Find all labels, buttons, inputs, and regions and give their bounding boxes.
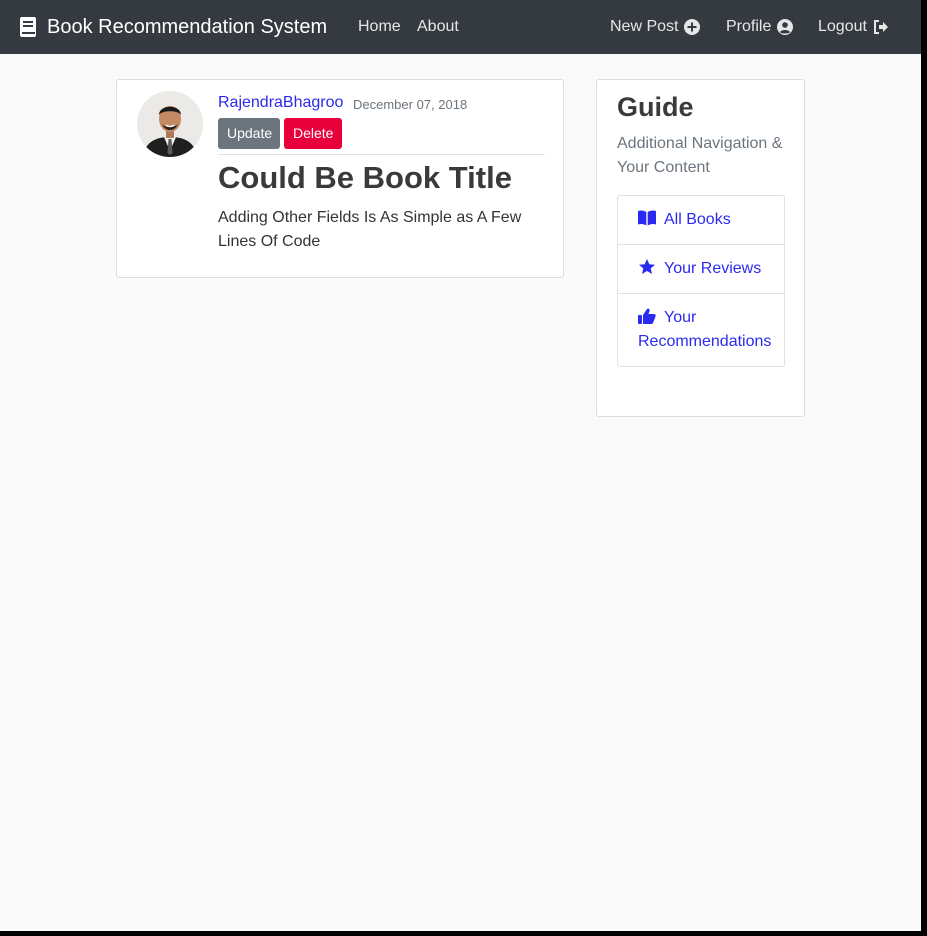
guide-sidebar: Guide Additional Navigation & Your Conte… <box>596 79 805 417</box>
plus-circle-icon <box>684 19 701 35</box>
post-content: Adding Other Fields Is As Simple as A Fe… <box>218 209 522 250</box>
nav-new-post-label: New Post <box>610 18 679 35</box>
guide-item-your-reviews[interactable]: Your Reviews <box>618 244 784 293</box>
profile-photo <box>137 91 203 157</box>
nav-logout-label: Logout <box>818 18 867 35</box>
user-circle-icon <box>777 19 794 35</box>
post-date: December 07, 2018 <box>353 97 468 112</box>
divider <box>218 154 545 155</box>
open-book-icon <box>638 210 656 226</box>
sign-out-icon <box>873 20 888 34</box>
nav-logout[interactable]: Logout <box>818 0 889 54</box>
top-navbar: Book Recommendation System Home About Ne… <box>0 0 921 54</box>
avatar <box>137 91 203 157</box>
brand-title: Book Recommendation System <box>47 15 328 38</box>
guide-item-your-recommendations[interactable]: Your Recommendations <box>618 293 784 366</box>
page: Book Recommendation System Home About Ne… <box>0 0 921 931</box>
nav-home-label: Home <box>358 18 401 35</box>
post-title[interactable]: Could Be Book Title <box>218 160 512 196</box>
thumbs-up-icon <box>638 308 656 324</box>
sidebar-subtitle: Additional Navigation & Your Content <box>617 135 783 176</box>
book-icon <box>20 17 36 37</box>
post-card: RajendraBhagroo December 07, 2018 Update… <box>116 79 564 278</box>
guide-item-label: Your Recommendations <box>638 309 772 350</box>
nav-home[interactable]: Home <box>358 0 401 54</box>
nav-new-post[interactable]: New Post <box>610 0 701 54</box>
nav-profile[interactable]: Profile <box>726 0 794 54</box>
delete-button[interactable]: Delete <box>284 118 342 149</box>
nav-about[interactable]: About <box>417 0 459 54</box>
guide-item-label: All Books <box>664 211 731 228</box>
guide-item-all-books[interactable]: All Books <box>618 196 784 244</box>
guide-item-label: Your Reviews <box>664 260 762 277</box>
guide-list: All Books Your Reviews Your Recommendati… <box>617 195 785 367</box>
sidebar-title: Guide <box>617 92 694 122</box>
update-button[interactable]: Update <box>218 118 280 149</box>
brand-link[interactable]: Book Recommendation System <box>19 0 327 54</box>
star-icon <box>639 259 655 274</box>
nav-about-label: About <box>417 18 459 35</box>
nav-profile-label: Profile <box>726 18 772 35</box>
author-link[interactable]: RajendraBhagroo <box>218 94 343 112</box>
